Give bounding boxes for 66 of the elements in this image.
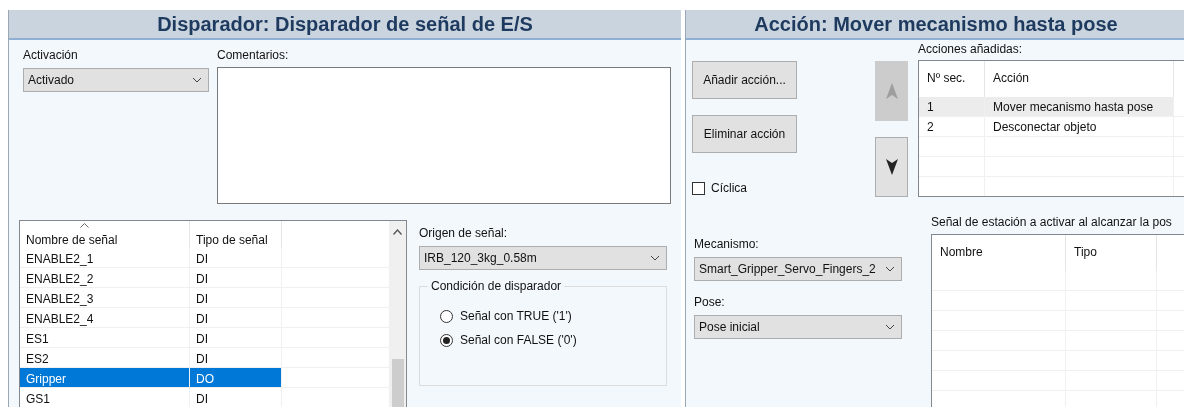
field-label: Comentarios: xyxy=(217,48,290,62)
chevron-down-icon xyxy=(650,255,660,261)
signal-row[interactable]: ES1 DI xyxy=(20,328,389,348)
remove-action-button[interactable]: Eliminar acción xyxy=(692,115,797,153)
column-header[interactable]: Nombre de señal xyxy=(20,221,190,248)
mechanism-dropdown[interactable]: Smart_Gripper_Servo_Fingers_2 xyxy=(694,257,902,281)
move-down-button[interactable] xyxy=(875,137,908,197)
scroll-up-icon xyxy=(393,229,402,235)
field-label: Activación xyxy=(23,48,79,62)
comments-field[interactable] xyxy=(217,67,671,204)
scrollbar[interactable] xyxy=(389,221,406,407)
sort-icon xyxy=(80,223,89,228)
pose-dropdown[interactable]: Pose inicial xyxy=(694,315,902,339)
table-cell: DI xyxy=(190,348,282,367)
radio-button[interactable] xyxy=(440,333,453,347)
chevron-down-icon xyxy=(885,324,895,330)
arrow-down-icon xyxy=(884,158,899,176)
table-cell: DI xyxy=(190,248,282,267)
table-cell: 2 xyxy=(919,117,985,136)
table-cell: Desconectar objeto xyxy=(985,117,1174,136)
table-cell: Gripper xyxy=(20,368,190,387)
signal-row[interactable]: ENABLE2_4 DI xyxy=(20,308,389,328)
table-label: Acciones añadidas: xyxy=(918,42,1024,56)
signal-row[interactable]: ENABLE2_1 DI xyxy=(20,248,389,268)
checkbox-label: Cíclica xyxy=(711,181,747,195)
table-cell: ES2 xyxy=(20,348,190,367)
table-cell: DI xyxy=(190,288,282,307)
table-cell: DI xyxy=(190,388,282,407)
field-label: Mecanismo: xyxy=(694,237,760,251)
radio-button[interactable] xyxy=(440,309,453,323)
radio-label: Señal con TRUE ('1') xyxy=(460,309,572,323)
add-action-button[interactable]: Añadir acción... xyxy=(692,61,797,99)
signal-row[interactable]: Gripper DO xyxy=(20,368,389,388)
panel-title: Disparador: Disparador de señal de E/S xyxy=(157,12,533,36)
field-label: Pose: xyxy=(694,295,726,309)
group-label: Condición de disparador xyxy=(428,279,565,293)
table-cell: DI xyxy=(190,328,282,347)
signal-row[interactable]: ENABLE2_3 DI xyxy=(20,288,389,308)
field-label: Origen de señal: xyxy=(419,226,509,240)
signal-source-dropdown[interactable]: IRB_120_3kg_0.58m xyxy=(419,246,667,270)
table-cell: ENABLE2_1 xyxy=(20,248,190,267)
action-row[interactable]: 1 Mover mecanismo hasta pose xyxy=(919,97,1184,117)
radio-label: Señal con FALSE ('0') xyxy=(460,333,577,347)
chevron-down-icon xyxy=(885,266,895,272)
table-label: Señal de estación a activar al alcanzar la pos xyxy=(931,215,1173,229)
arrow-up-icon xyxy=(884,82,899,100)
table-cell: ENABLE2_2 xyxy=(20,268,190,287)
checkbox[interactable] xyxy=(692,181,705,195)
column-header[interactable]: Nombre xyxy=(932,235,1066,271)
chevron-down-icon xyxy=(192,77,202,83)
column-header[interactable]: Tipo de señal xyxy=(190,221,282,248)
panel-title: Acción: Mover mecanismo hasta pose xyxy=(754,12,1118,36)
table-cell: ES1 xyxy=(20,328,190,347)
activation-dropdown[interactable]: Activado xyxy=(23,68,209,92)
action-row[interactable]: 2 Desconectar objeto xyxy=(919,117,1184,137)
table-cell: 1 xyxy=(919,97,985,116)
table-cell: DI xyxy=(190,268,282,287)
table-cell: ENABLE2_3 xyxy=(20,288,190,307)
column-header[interactable]: Tipo xyxy=(1066,235,1157,271)
table-cell: Mover mecanismo hasta pose xyxy=(985,97,1174,116)
scroll-thumb[interactable] xyxy=(391,359,404,407)
table-cell: GS1 xyxy=(20,388,190,407)
table-cell: ENABLE2_4 xyxy=(20,308,190,327)
signal-row[interactable]: ENABLE2_2 DI xyxy=(20,268,389,288)
table-cell: DO xyxy=(190,368,282,387)
table-cell: DI xyxy=(190,308,282,327)
